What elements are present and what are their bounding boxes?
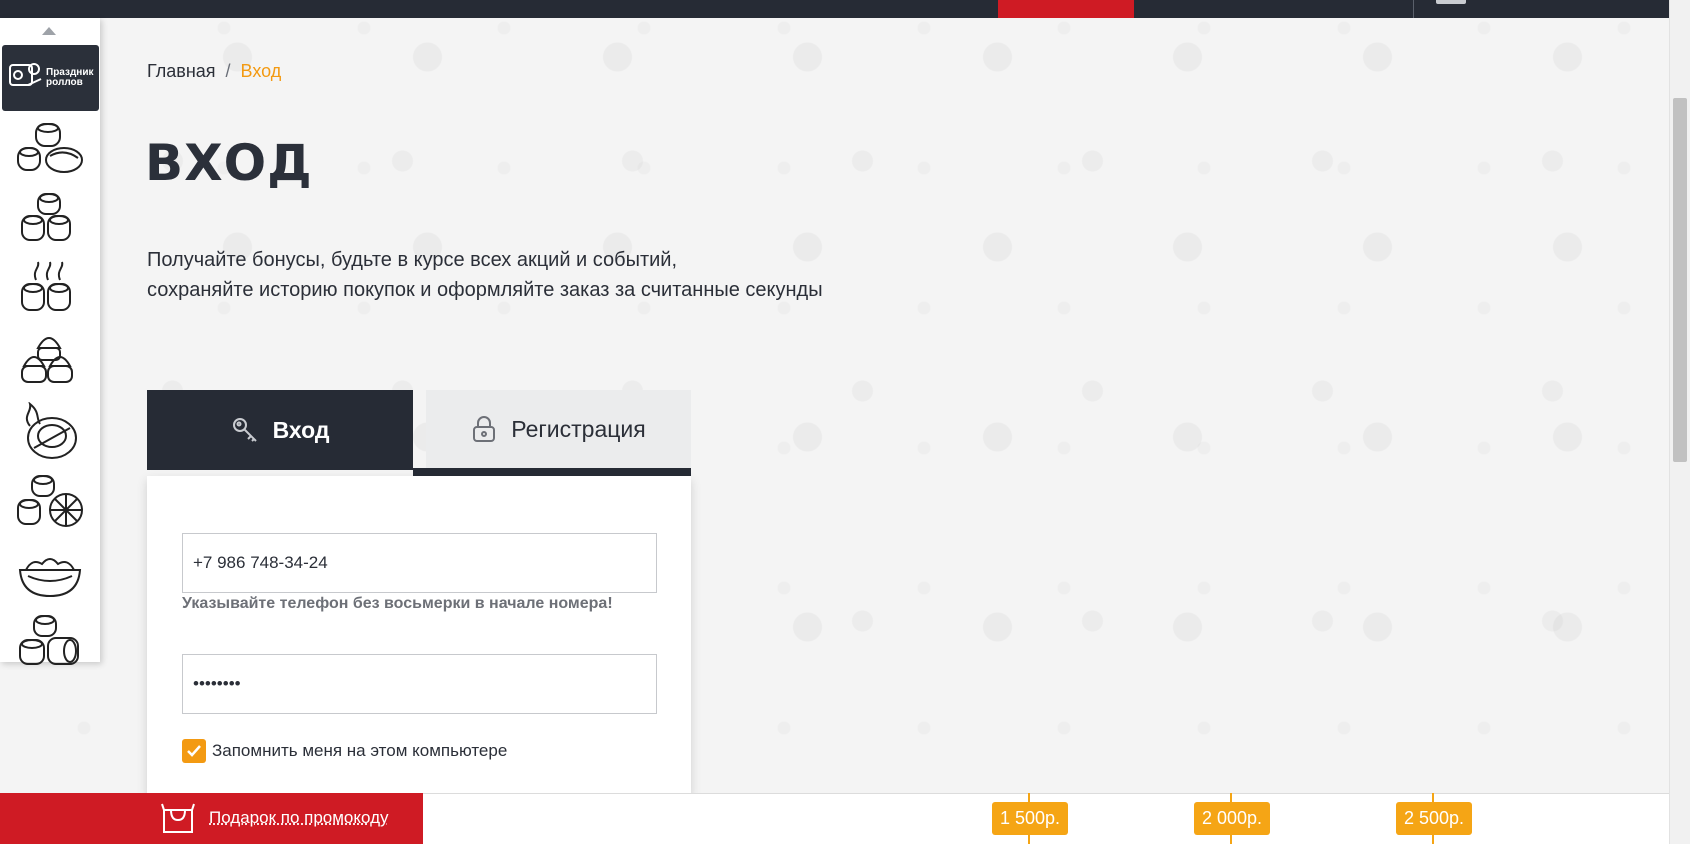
- remember-me-label: Запомнить меня на этом компьютере: [212, 741, 508, 760]
- intro-line: Получайте бонусы, будьте в курсе всех ак…: [147, 249, 678, 271]
- spicy-roll-icon[interactable]: [14, 402, 86, 464]
- roll-party-icon: [9, 63, 42, 86]
- intro-text: Получайте бонусы, будьте в курсе всех ак…: [147, 245, 823, 305]
- gift-promo-button[interactable]: Подарок по промокоду: [0, 793, 423, 844]
- lock-icon: [473, 416, 496, 442]
- roll-combo-icon[interactable]: [14, 612, 86, 674]
- phone-hint: Указывайте телефон без восьмерки в начал…: [182, 595, 613, 612]
- gift-bag-icon: [161, 803, 195, 833]
- remember-me-row[interactable]: Запомнить меня на этом компьютере: [182, 739, 507, 763]
- noodles-icon[interactable]: [14, 542, 86, 604]
- tab-register[interactable]: Регистрация: [426, 390, 691, 468]
- tab-login-label: Вход: [272, 416, 330, 443]
- baked-rolls-icon[interactable]: [14, 330, 86, 392]
- bonus-tier-badge: 2 500р.: [1396, 802, 1473, 835]
- bonus-tier-badge: 2 000р.: [1194, 802, 1271, 835]
- promo-category-tile[interactable]: Праздник роллов: [2, 45, 99, 111]
- top-nav-divider: [1413, 0, 1414, 18]
- roll-set-icon[interactable]: [14, 472, 86, 534]
- tab-register-label: Регистрация: [511, 415, 646, 442]
- intro-line: сохраняйте историю покупок и оформляйте …: [147, 279, 823, 301]
- user-icon[interactable]: [1436, 0, 1466, 4]
- phone-input[interactable]: [182, 533, 657, 593]
- password-input[interactable]: [182, 654, 657, 714]
- scroll-up-icon[interactable]: [42, 27, 56, 35]
- sushi-icon[interactable]: [14, 118, 86, 180]
- promo-category-label: Праздник роллов: [46, 67, 94, 88]
- category-sidebar: Праздник роллов: [0, 18, 100, 665]
- key-icon: [232, 418, 257, 442]
- login-form: Указывайте телефон без восьмерки в начал…: [147, 476, 691, 796]
- tab-underline: [413, 468, 691, 476]
- hot-rolls-icon[interactable]: [14, 260, 86, 322]
- breadcrumb-current: Вход: [240, 61, 282, 81]
- tab-login[interactable]: Вход: [147, 390, 413, 470]
- page-title: Вход: [145, 134, 313, 192]
- breadcrumb-home-link[interactable]: Главная: [147, 61, 216, 81]
- top-nav-bar: [0, 0, 1669, 18]
- gift-promo-label[interactable]: Подарок по промокоду: [209, 808, 389, 828]
- bonus-tier-badge: 1 500р.: [992, 802, 1069, 835]
- checkmark-icon: [187, 745, 201, 757]
- remember-me-checkbox[interactable]: [182, 739, 206, 763]
- breadcrumb: Главная / Вход: [147, 61, 281, 82]
- breadcrumb-separator: /: [225, 61, 231, 81]
- top-nav-active-item[interactable]: [998, 0, 1134, 18]
- scrollbar-thumb[interactable]: [1673, 98, 1687, 462]
- rolls-icon[interactable]: [14, 190, 86, 252]
